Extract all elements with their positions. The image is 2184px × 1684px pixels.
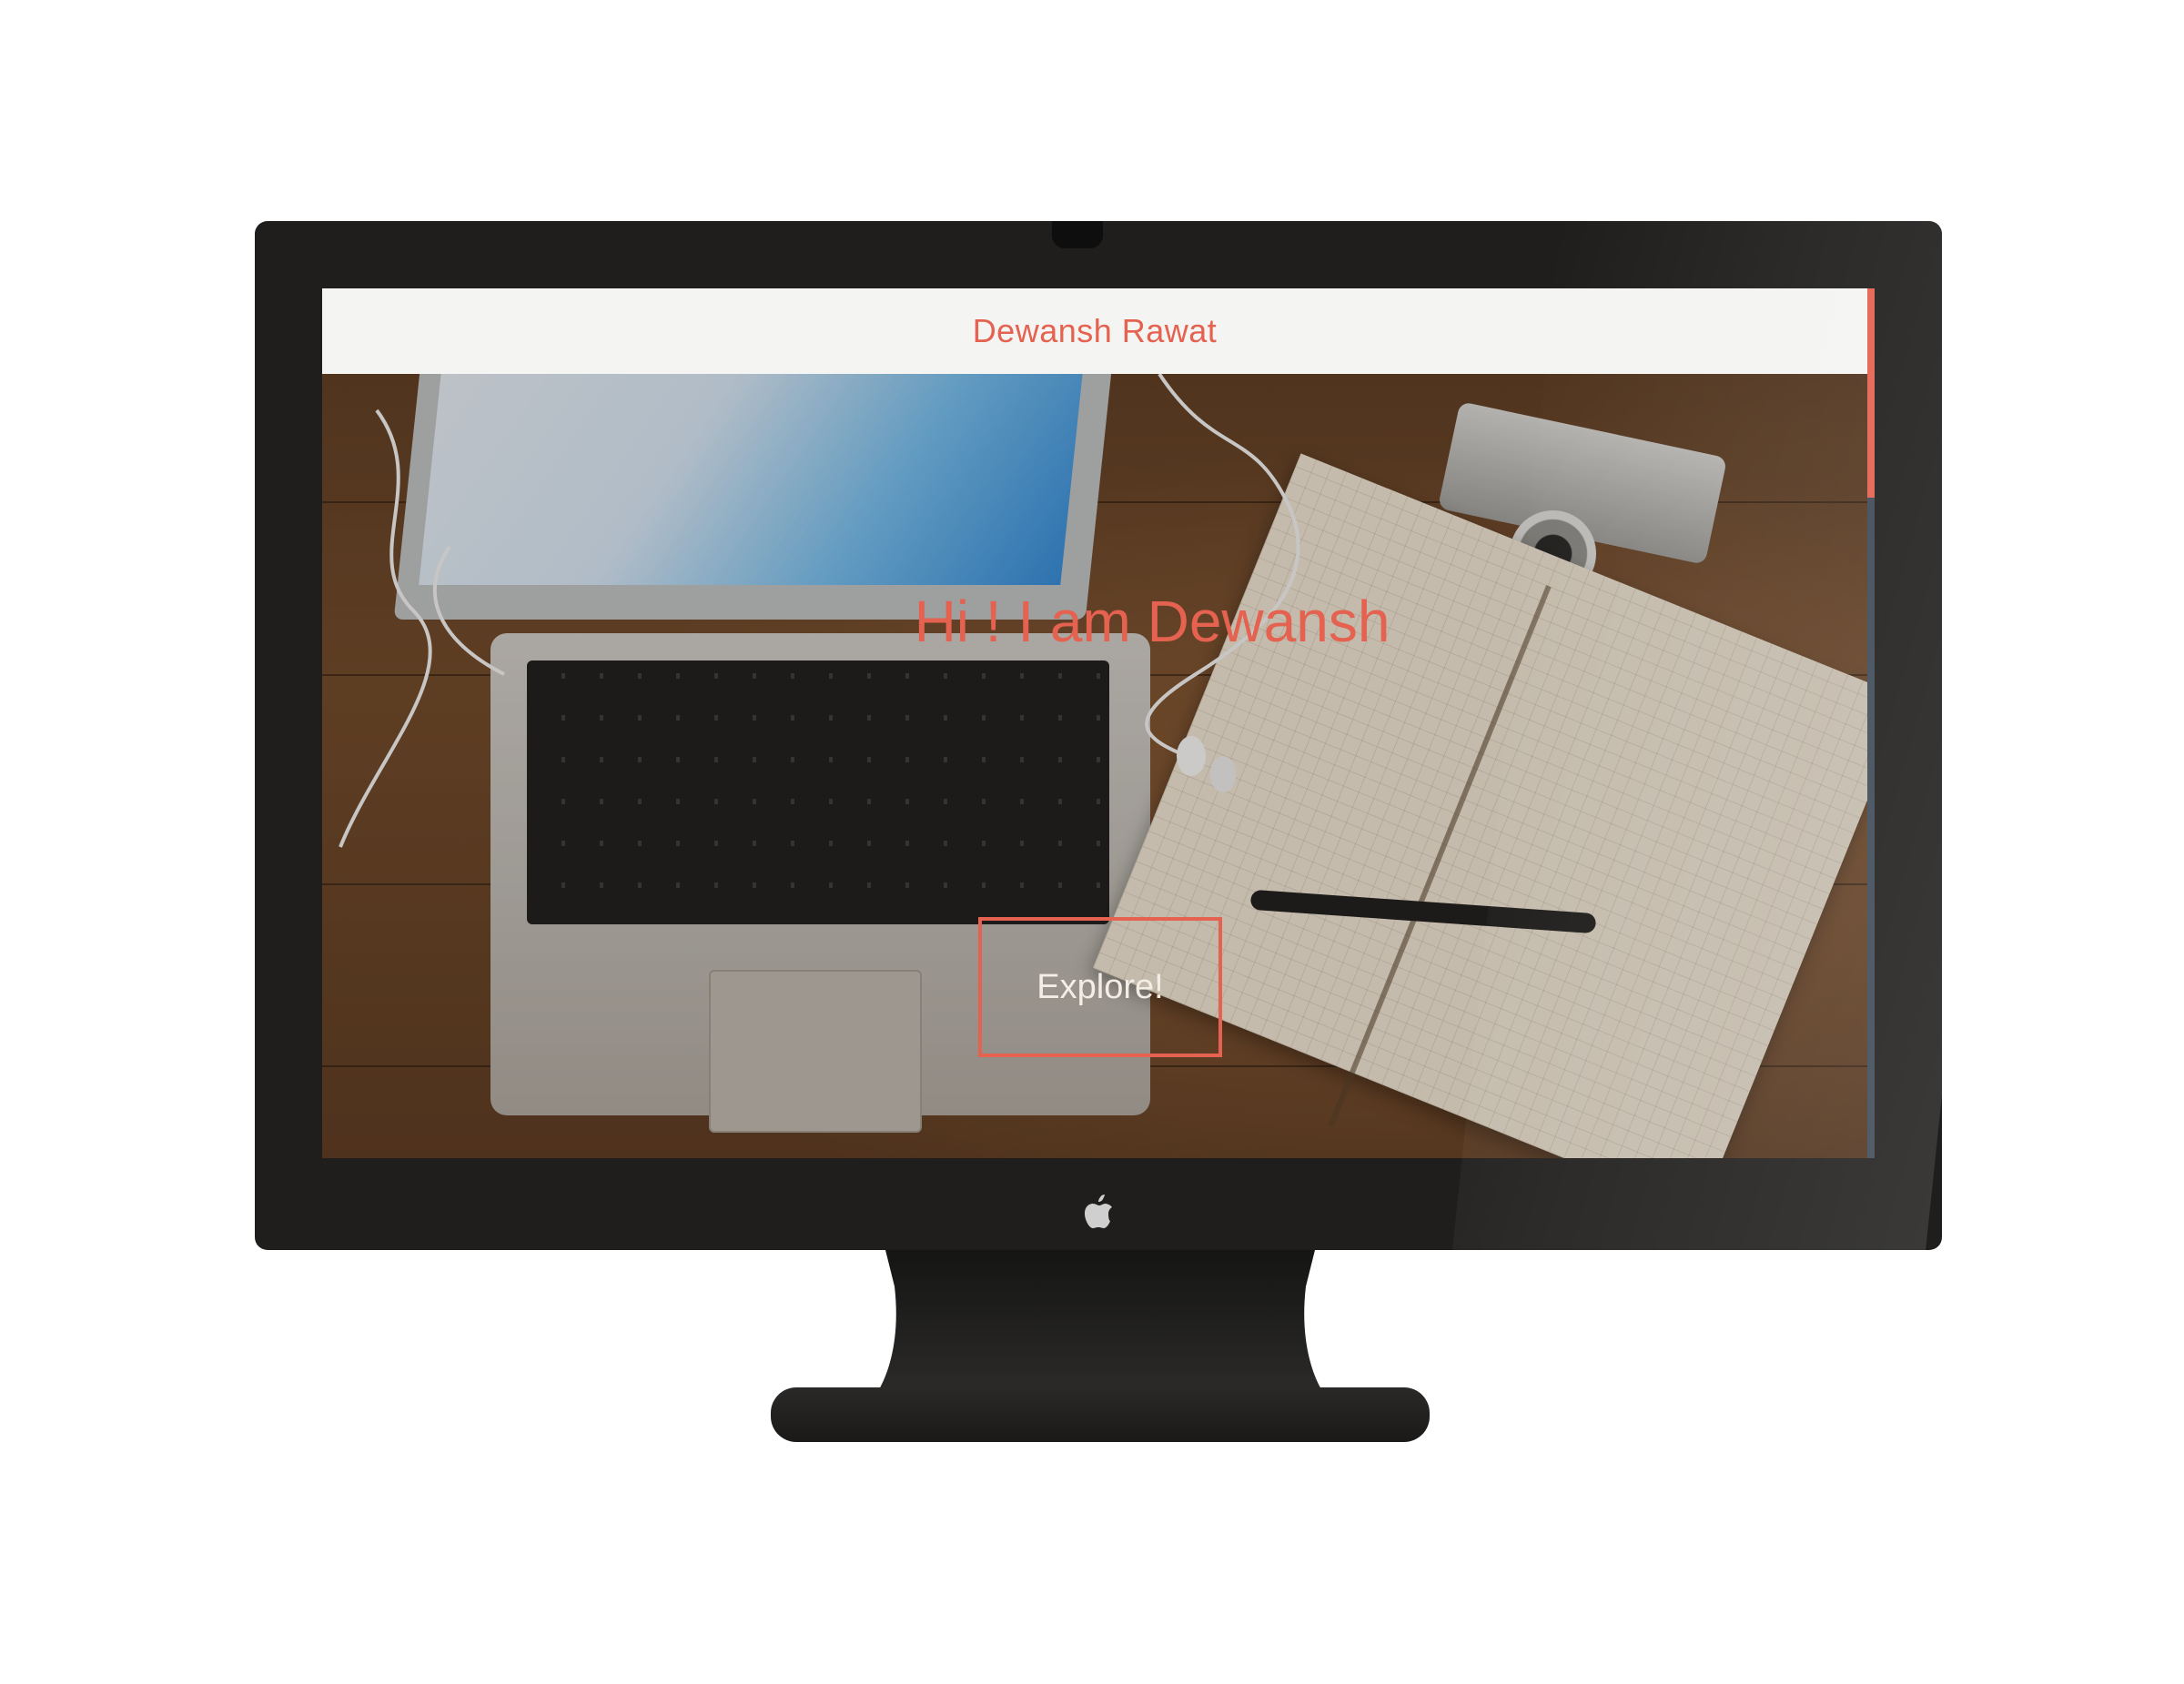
mockup-stage: Hi ! I am Dewansh Explore! Dewansh Rawat [0, 0, 2184, 1684]
page-scrollbar[interactable] [1867, 288, 1875, 1158]
monitor-stand-neck [876, 1250, 1324, 1394]
explore-button[interactable]: Explore! [978, 917, 1222, 1057]
hero-section: Hi ! I am Dewansh Explore! [322, 374, 1867, 1158]
scrollbar-thumb[interactable] [1867, 288, 1875, 498]
monitor-stand-base [771, 1387, 1430, 1442]
site-title[interactable]: Dewansh Rawat [973, 312, 1218, 350]
hero-heading: Hi ! I am Dewansh [914, 589, 1390, 654]
browser-viewport: Hi ! I am Dewansh Explore! Dewansh Rawat [322, 288, 1875, 1158]
apple-logo-icon [1085, 1195, 1112, 1228]
top-navbar: Dewansh Rawat [322, 288, 1867, 374]
monitor-bezel: Hi ! I am Dewansh Explore! Dewansh Rawat [255, 221, 1942, 1250]
webcam-notch [1052, 221, 1103, 248]
